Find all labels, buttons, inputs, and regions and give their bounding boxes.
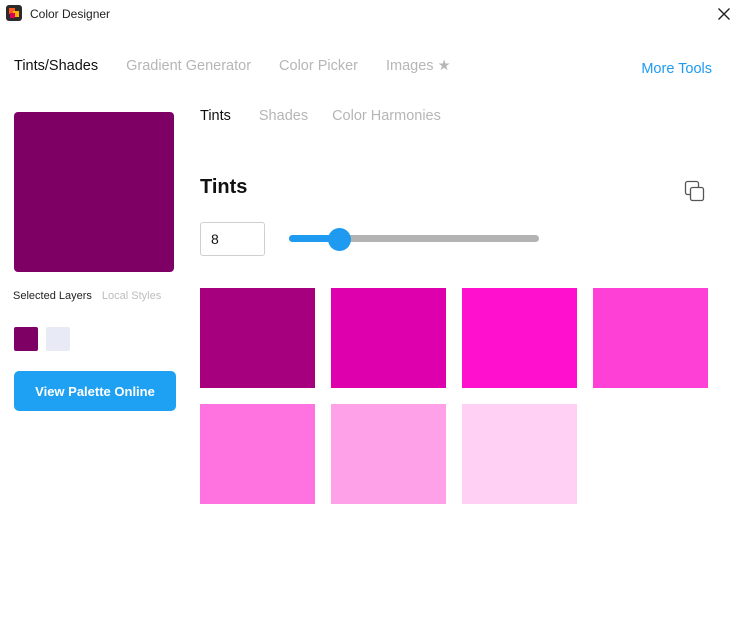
section-title: Tints	[200, 176, 248, 198]
window-title: Color Designer	[30, 7, 111, 21]
tab-selected-layers[interactable]: Selected Layers	[13, 290, 92, 302]
tint-swatch[interactable]	[200, 288, 315, 388]
tint-swatch[interactable]	[462, 404, 577, 504]
tab-tints[interactable]: Tints	[200, 108, 231, 124]
tint-swatch[interactable]	[331, 404, 446, 504]
tint-count-slider[interactable]	[289, 235, 539, 242]
top-tabs: Tints/Shades Gradient Generator Color Pi…	[14, 56, 479, 76]
tint-count-input[interactable]	[200, 222, 265, 256]
slider-handle[interactable]	[327, 228, 351, 251]
selected-color-swatch[interactable]	[14, 112, 174, 272]
tab-color-harmonies[interactable]: Color Harmonies	[332, 108, 441, 124]
tab-shades[interactable]: Shades	[259, 108, 308, 124]
tint-swatch[interactable]	[200, 404, 315, 504]
layer-swatches	[14, 327, 78, 351]
copy-icon[interactable]	[682, 179, 708, 205]
tint-swatch[interactable]	[593, 288, 708, 388]
tint-swatch[interactable]	[462, 288, 577, 388]
tab-color-picker[interactable]: Color Picker	[279, 58, 358, 74]
layer-tabs: Selected Layers Local Styles	[13, 290, 161, 302]
view-palette-online-button[interactable]: View Palette Online	[14, 371, 176, 411]
sub-tabs: Tints Shades Color Harmonies	[200, 108, 465, 124]
close-icon[interactable]	[712, 2, 736, 26]
tab-tints-shades[interactable]: Tints/Shades	[14, 58, 98, 74]
app-logo-icon	[6, 5, 22, 21]
tab-local-styles[interactable]: Local Styles	[102, 290, 161, 302]
tint-swatch[interactable]	[331, 288, 446, 388]
tint-grid	[200, 288, 708, 504]
tab-images[interactable]: Images ★	[386, 58, 451, 74]
layer-swatch[interactable]	[14, 327, 38, 351]
layer-swatch[interactable]	[46, 327, 70, 351]
title-bar: Color Designer	[0, 0, 736, 28]
more-tools-link[interactable]: More Tools	[641, 61, 712, 77]
tab-gradient-generator[interactable]: Gradient Generator	[126, 58, 251, 74]
